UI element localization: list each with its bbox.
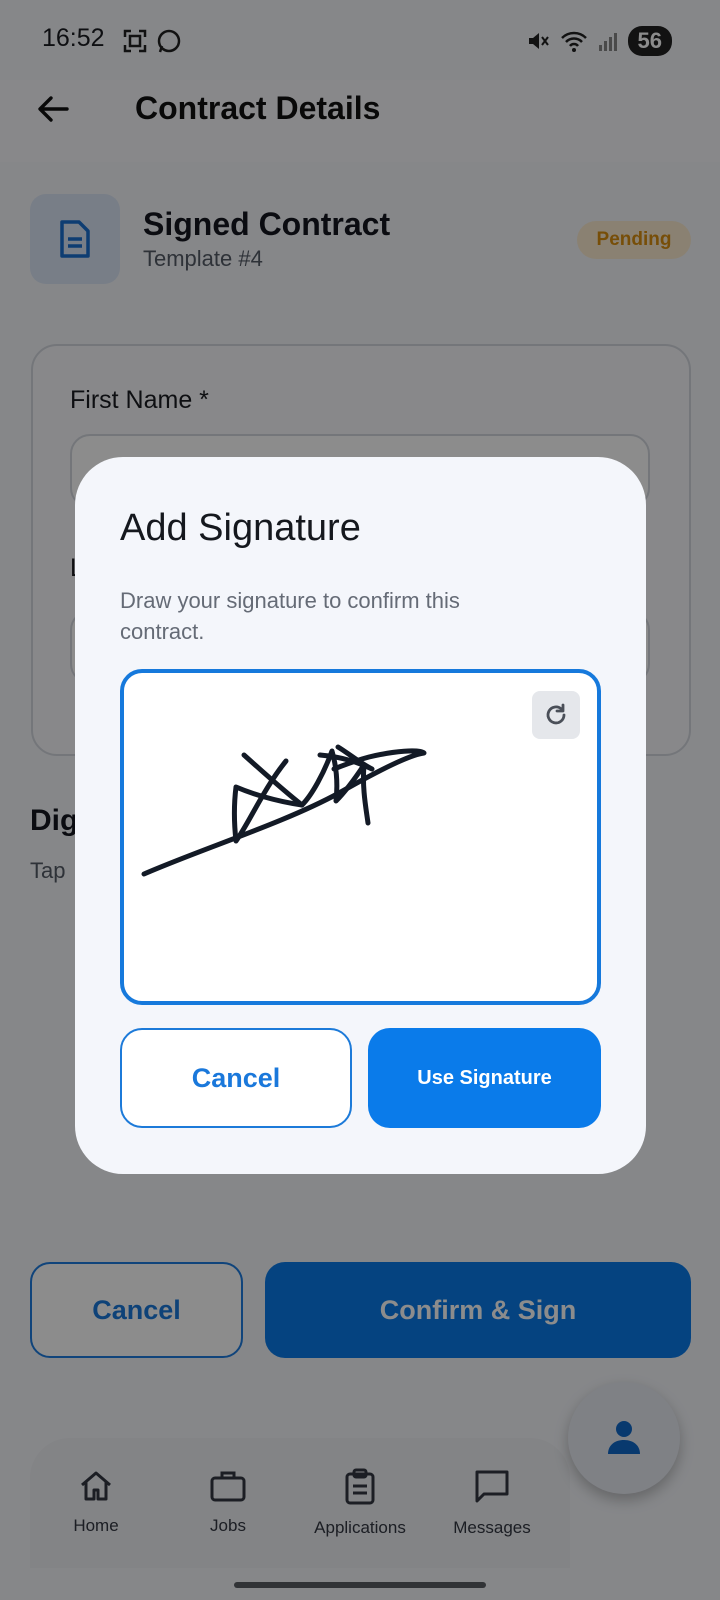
- signature-dialog: Add Signature Draw your signature to con…: [75, 457, 646, 1174]
- signature-pad[interactable]: [120, 669, 601, 1005]
- signature-drawing: [141, 744, 427, 877]
- refresh-icon: [546, 703, 566, 725]
- dialog-title: Add Signature: [120, 507, 361, 549]
- use-signature-button[interactable]: Use Signature: [368, 1028, 601, 1128]
- clear-signature-button[interactable]: [532, 691, 580, 739]
- dialog-description: Draw your signature to confirm this cont…: [120, 588, 460, 644]
- dialog-cancel-button[interactable]: Cancel: [120, 1028, 352, 1128]
